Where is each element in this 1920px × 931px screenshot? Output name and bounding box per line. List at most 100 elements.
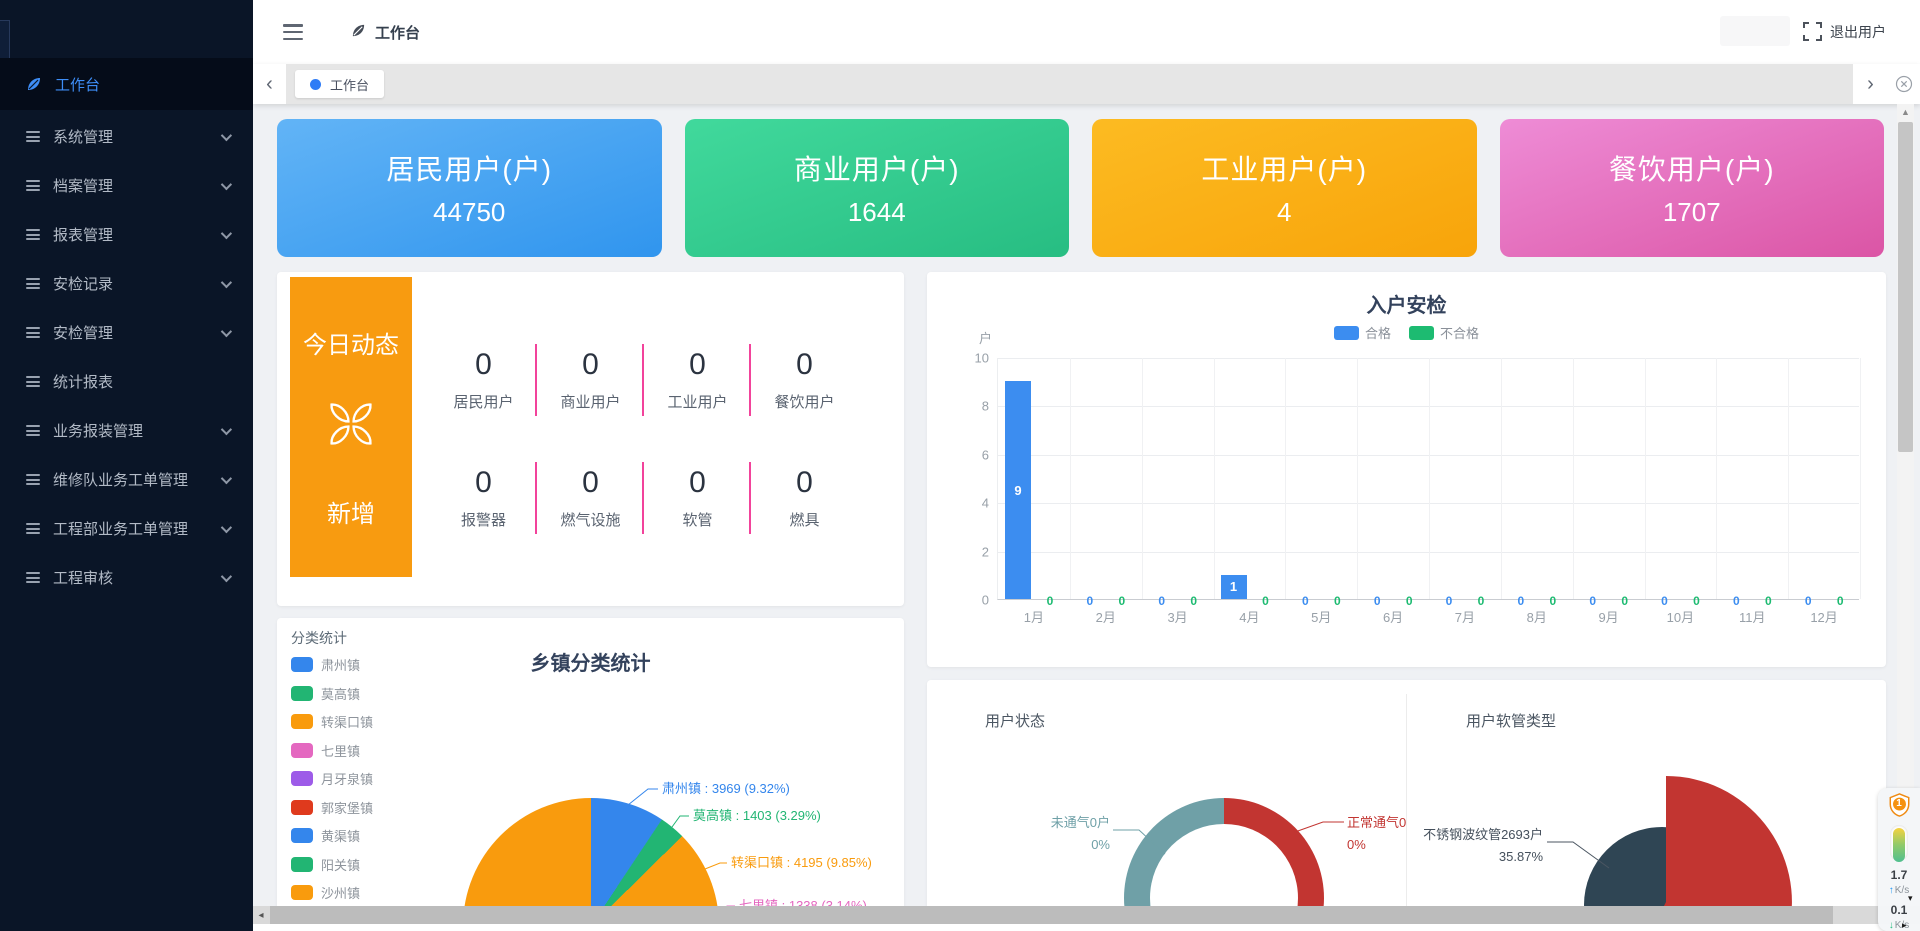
today-stat-label: 软管	[644, 509, 751, 530]
gridline-vertical	[1573, 358, 1574, 599]
zero-marker-不合格-3月: 0	[1186, 594, 1202, 608]
zero-marker-合格-12月: 0	[1800, 594, 1816, 608]
user-status-card: 用户状态 未通气0户0% 正常通气0户0% 用户软管类型 不锈钢波纹管2693户…	[927, 680, 1886, 931]
category-legend-item-5[interactable]: 郭家堡镇	[291, 798, 373, 817]
legend-swatch	[291, 686, 313, 701]
horizontal-scrollbar-thumb[interactable]	[270, 906, 1833, 924]
sidebar-item-5[interactable]: 统计报表	[0, 357, 253, 406]
sidebar-item-label: 统计报表	[53, 371, 113, 392]
sidebar-item-9[interactable]: 工程审核	[0, 553, 253, 602]
gridline-vertical	[1788, 358, 1789, 599]
donut-label-left: 未通气0户0%	[987, 812, 1110, 856]
shield-badge-count: 1	[1889, 798, 1910, 809]
sidebar-item-6[interactable]: 业务报装管理	[0, 406, 253, 455]
logout-button[interactable]: 退出用户	[1830, 0, 1886, 64]
today-stats-row: 0报警器0燃气设施0软管0燃具	[430, 462, 858, 534]
y-tick-label: 4	[982, 496, 989, 511]
legend-swatch-fail	[1409, 326, 1434, 340]
hose-type-pane: 用户软管类型 不锈钢波纹管2693户35.87%	[1407, 680, 1886, 931]
today-stat-value: 0	[644, 348, 751, 382]
fullscreen-icon[interactable]	[1803, 22, 1822, 41]
today-title: 今日动态	[303, 325, 399, 360]
tab-scroll-right-icon[interactable]: ›	[1853, 64, 1888, 104]
zero-marker-合格-3月: 0	[1154, 594, 1170, 608]
zero-marker-不合格-8月: 0	[1545, 594, 1561, 608]
today-stat-label: 工业用户	[644, 391, 751, 412]
sidebar-item-label: 档案管理	[53, 175, 113, 196]
network-monitor-widget[interactable]: 1 1.7 ↑ K/s 0.1 ↓ K/s	[1878, 788, 1920, 931]
gridline-vertical	[1716, 358, 1717, 599]
today-stat-cell: 0燃气设施	[537, 462, 644, 534]
category-legend-item-1[interactable]: 莫高镇	[291, 684, 373, 703]
inspection-legend: 合格 不合格	[927, 323, 1886, 342]
chevron-down-icon	[221, 423, 232, 434]
inspection-chart-title: 入户安检	[927, 289, 1886, 318]
username-redacted	[1720, 16, 1790, 46]
today-stats-row: 0居民用户0商业用户0工业用户0餐饮用户	[430, 344, 858, 416]
hamburger-menu-icon[interactable]	[283, 24, 303, 40]
today-stat-value: 0	[751, 466, 858, 500]
sidebar-item-1[interactable]: 档案管理	[0, 161, 253, 210]
legend-item-fail[interactable]: 不合格	[1409, 323, 1479, 342]
zero-marker-不合格-5月: 0	[1329, 594, 1345, 608]
tab-scroll-left-icon[interactable]: ‹	[253, 64, 286, 104]
zero-marker-不合格-1月: 0	[1042, 594, 1058, 608]
y-tick-label: 8	[982, 399, 989, 414]
tab-workbench[interactable]: 工作台	[295, 70, 384, 98]
legend-label: 黄渠镇	[321, 826, 360, 845]
sidebar-item-7[interactable]: 维修队业务工单管理	[0, 455, 253, 504]
category-legend-item-8[interactable]: 沙州镇	[291, 883, 373, 902]
stat-card-3[interactable]: 餐饮用户(户)1707	[1500, 119, 1885, 257]
sidebar-item-label: 业务报装管理	[53, 420, 143, 441]
sidebar-item-3[interactable]: 安检记录	[0, 259, 253, 308]
gridline-vertical	[1285, 358, 1286, 599]
menu-lines-icon	[26, 523, 40, 534]
gridline-vertical	[1645, 358, 1646, 599]
category-panel-header: 分类统计	[291, 628, 347, 648]
sidebar-item-2[interactable]: 报表管理	[0, 210, 253, 259]
horizontal-scrollbar[interactable]: ◂	[253, 906, 1920, 924]
menu-lines-icon	[26, 474, 40, 485]
category-legend-item-7[interactable]: 阳关镇	[291, 855, 373, 874]
menu-lines-icon	[26, 229, 40, 240]
tab-active-dot-icon	[310, 79, 321, 90]
legend-swatch	[291, 771, 313, 786]
legend-item-pass[interactable]: 合格	[1334, 323, 1391, 342]
stat-card-0[interactable]: 居民用户(户)44750	[277, 119, 662, 257]
sidebar-active-label: 工作台	[55, 74, 100, 95]
legend-swatch	[291, 828, 313, 843]
legend-swatch	[291, 885, 313, 900]
x-tick-label: 4月	[1214, 607, 1286, 626]
stat-card-2[interactable]: 工业用户(户)4	[1092, 119, 1477, 257]
bar-合格-4月[interactable]: 1	[1221, 575, 1247, 599]
download-speed-value: 0.1	[1891, 903, 1908, 917]
stat-card-1[interactable]: 商业用户(户)1644	[685, 119, 1070, 257]
stat-card-title: 商业用户(户)	[794, 148, 960, 188]
scrollbar-left-arrow-icon[interactable]: ◂	[253, 906, 269, 924]
zero-marker-合格-5月: 0	[1297, 594, 1313, 608]
scrollbar-up-arrow-icon[interactable]: ▲	[1897, 104, 1914, 120]
chevron-down-icon	[221, 570, 232, 581]
sidebar-item-4[interactable]: 安检管理	[0, 308, 253, 357]
sidebar-item-workbench-active[interactable]: 工作台	[0, 58, 253, 110]
x-tick-label: 8月	[1501, 607, 1573, 626]
category-legend-item-2[interactable]: 转渠口镇	[291, 712, 373, 731]
zero-marker-合格-6月: 0	[1369, 594, 1385, 608]
vertical-scrollbar-thumb[interactable]	[1898, 122, 1913, 452]
x-tick-label: 3月	[1142, 607, 1214, 626]
sidebar-item-8[interactable]: 工程部业务工单管理	[0, 504, 253, 553]
menu-lines-icon	[26, 327, 40, 338]
today-stats-grid: 0居民用户0商业用户0工业用户0餐饮用户0报警器0燃气设施0软管0燃具	[430, 272, 858, 606]
today-subtitle: 新增	[327, 494, 375, 529]
category-legend-item-6[interactable]: 黄渠镇	[291, 826, 373, 845]
tab-bar: ‹ 工作台 ›	[253, 64, 1920, 104]
category-legend-item-3[interactable]: 七里镇	[291, 741, 373, 760]
pie-callout-转渠口镇: 转渠口镇 : 4195 (9.85%)	[731, 855, 872, 870]
bar-合格-1月[interactable]: 9	[1005, 381, 1031, 599]
category-legend-item-4[interactable]: 月牙泉镇	[291, 769, 373, 788]
tab-close-all-icon[interactable]	[1888, 64, 1920, 104]
sidebar-item-0[interactable]: 系统管理	[0, 112, 253, 161]
hose-callout-label: 不锈钢波纹管2693户35.87%	[1419, 824, 1543, 868]
legend-swatch	[291, 714, 313, 729]
chevron-down-icon	[221, 129, 232, 140]
